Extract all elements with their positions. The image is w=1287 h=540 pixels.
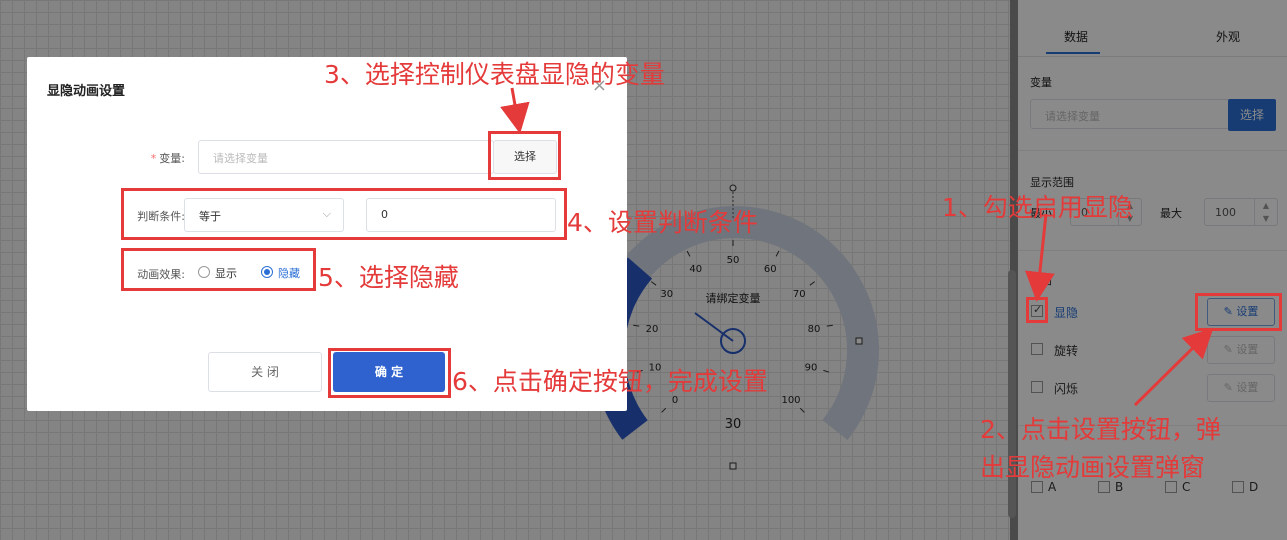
annotation-step4: 4、设置判断条件 — [567, 208, 758, 237]
annotation-step2-line1: 2、点击设置按钮，弹 — [980, 415, 1221, 444]
annotation-step3: 3、选择控制仪表盘显隐的变量 — [324, 60, 665, 89]
annotation-step2-line2: 出显隐动画设置弹窗 — [980, 453, 1206, 482]
annotation-step5: 5、选择隐藏 — [318, 263, 459, 292]
annotation-step1: 1、勾选启用显隐 — [942, 193, 1133, 222]
annotation-step6: 6、点击确定按钮，完成设置 — [452, 367, 768, 396]
